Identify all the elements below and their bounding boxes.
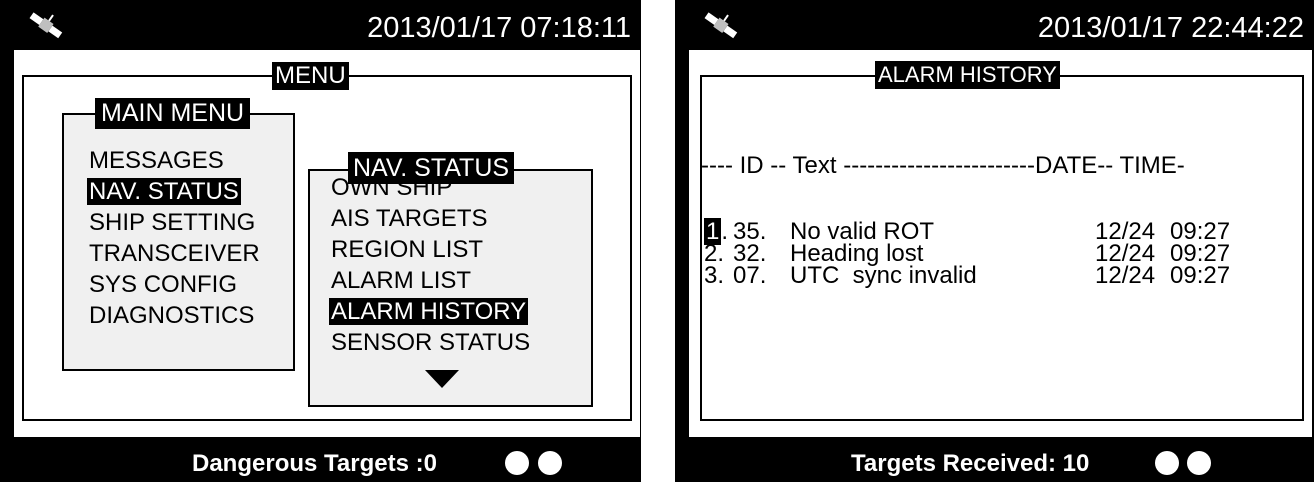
alarm-text-cell: UTC sync invalid: [790, 262, 977, 289]
alarm-history-title: ALARM HISTORY: [875, 61, 1060, 89]
alarm-history-screen: 2013/01/17 22:44:22 ALARM HISTORY ---- I…: [675, 0, 1314, 482]
alarm-rows: 1. 35. No valid ROT 12/24 09:27 2. 32. Heading …: [701, 218, 1301, 289]
nav-status-item-label: OWN SHIP: [331, 174, 453, 201]
nav-status-item-label: SENSOR STATUS: [331, 329, 531, 356]
main-menu-item-label: DIAGNOSTICS: [89, 302, 255, 329]
main-menu-item-label: SHIP SETTING: [89, 209, 256, 236]
main-menu-item-ship-setting[interactable]: SHIP SETTING: [87, 207, 262, 238]
nav-status-item-alarm-list[interactable]: ALARM LIST: [329, 265, 532, 296]
datetime: 2013/01/17 07:18:11: [367, 12, 631, 44]
main-menu-list: MESSAGES NAV. STATUS SHIP SETTING TRANSCEIV…: [87, 145, 262, 331]
main-menu-item-nav-status[interactable]: NAV. STATUS: [87, 176, 262, 207]
main-menu-item-label: NAV. STATUS: [87, 178, 241, 205]
menu-panel: MENU MAIN MENU MESSAGES NAV. STATUS SHIP S…: [14, 50, 640, 437]
nav-status-item-region-list[interactable]: REGION LIST: [329, 234, 532, 265]
datetime: 2013/01/17 22:44:22: [1037, 12, 1304, 44]
status-dot-icon: [1155, 451, 1179, 475]
main-menu-item-transceiver[interactable]: TRANSCEIVER: [87, 238, 262, 269]
triangle-down-icon[interactable]: [425, 370, 459, 388]
nav-status-item-label: AIS TARGETS: [331, 205, 488, 232]
alarm-time-cell: 09:27: [1170, 262, 1231, 289]
table-row[interactable]: 3. 07. UTC sync invalid 12/24 09:27: [701, 262, 1301, 289]
main-menu-item-label: SYS CONFIG: [89, 271, 238, 298]
alarm-date-cell: 12/24: [1095, 262, 1156, 289]
status-dot-icon: [538, 451, 562, 475]
nav-status-item-alarm-history[interactable]: ALARM HISTORY: [329, 296, 532, 327]
status-dot-icon: [1187, 451, 1211, 475]
table-header: ---- ID -- Text ------------------------…: [701, 152, 1301, 179]
nav-status-list: OWN SHIP AIS TARGETS REGION LIST ALARM LIST…: [329, 172, 532, 358]
nav-status-item-own-ship[interactable]: OWN SHIP: [329, 172, 532, 203]
table-header-text: ---- ID -- Text ------------------------…: [701, 152, 1185, 179]
status-dot-icon: [505, 451, 529, 475]
targets-received-status: Targets Received: 10: [851, 450, 1090, 477]
alarm-index-cell: 3.: [704, 262, 725, 289]
main-menu-item-diagnostics[interactable]: DIAGNOSTICS: [87, 300, 262, 331]
menu-title: MENU: [272, 62, 349, 90]
nav-status-item-ais-targets[interactable]: AIS TARGETS: [329, 203, 532, 234]
main-menu-title: MAIN MENU: [95, 98, 251, 129]
nav-status-item-label: ALARM LIST: [331, 267, 472, 294]
main-menu-item-sys-config[interactable]: SYS CONFIG: [87, 269, 262, 300]
satellite-icon: [29, 12, 63, 39]
main-menu-item-label: MESSAGES: [89, 147, 224, 174]
nav-status-item-label: REGION LIST: [331, 236, 484, 263]
dangerous-targets-status: Dangerous Targets :0: [192, 450, 437, 477]
nav-status-item-sensor-status[interactable]: SENSOR STATUS: [329, 327, 532, 358]
alarm-history-panel: ALARM HISTORY ---- ID -- Text ----------…: [689, 50, 1312, 437]
main-menu-item-messages[interactable]: MESSAGES: [87, 145, 262, 176]
alarm-id-cell: 07.: [733, 262, 767, 289]
menu-screen: 2013/01/17 07:18:11 MENU MAIN MENU MESSA…: [0, 0, 641, 482]
nav-status-item-label: ALARM HISTORY: [329, 298, 529, 325]
main-menu-item-label: TRANSCEIVER: [89, 240, 260, 267]
satellite-icon: [704, 12, 738, 39]
alarm-history-table: ---- ID -- Text ------------------------…: [701, 111, 1301, 331]
